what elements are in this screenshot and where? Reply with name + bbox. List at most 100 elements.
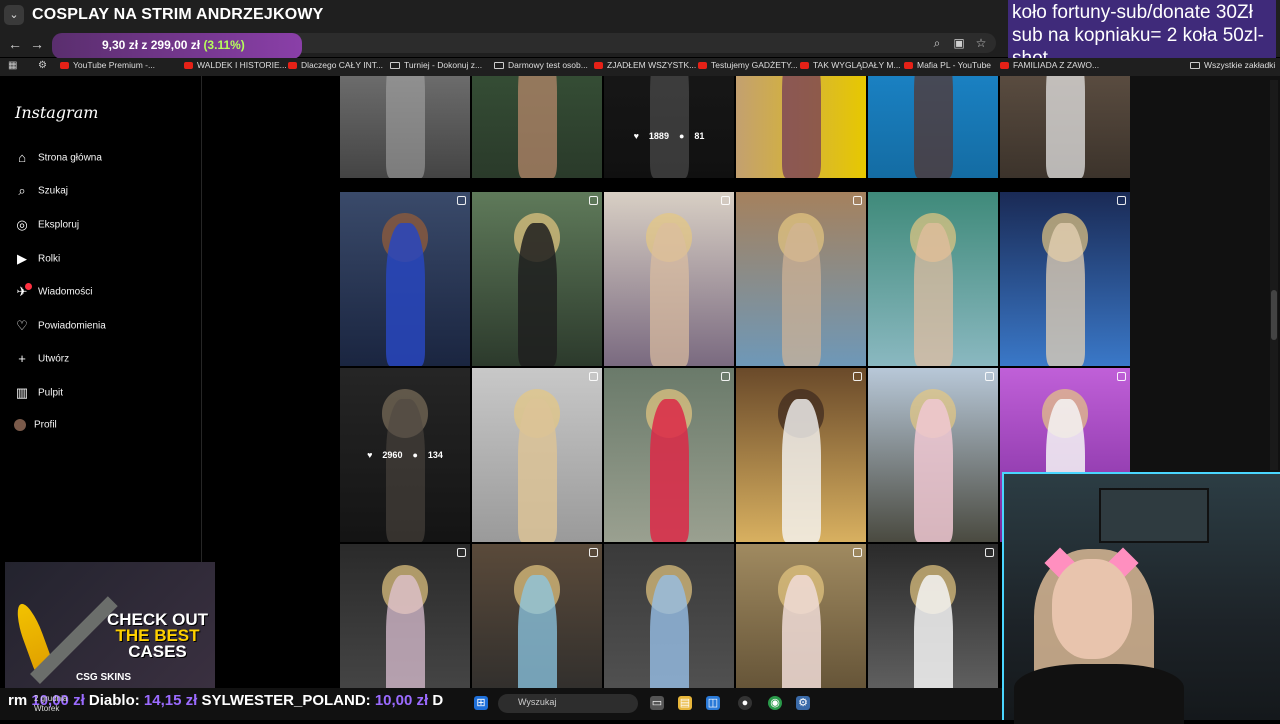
bookmark-item[interactable]: ZJADŁEM WSZYSTK... <box>594 60 696 70</box>
nav-explore[interactable]: ◎ Eksploruj <box>14 217 194 237</box>
carousel-icon <box>853 372 862 381</box>
windows-start-icon[interactable]: ⊞ <box>474 696 488 710</box>
carousel-icon <box>457 548 466 557</box>
notification-badge <box>25 283 32 290</box>
store-icon[interactable]: ◫ <box>706 696 720 710</box>
video-icon <box>1117 196 1126 205</box>
compass-icon: ◎ <box>16 217 28 232</box>
post-tile[interactable] <box>340 192 470 366</box>
instagram-logo[interactable]: Instagram <box>15 103 98 122</box>
post-tile[interactable] <box>868 544 998 688</box>
post-tile[interactable] <box>736 368 866 542</box>
promo-brand: CSG SKINS <box>76 672 132 683</box>
post-tile[interactable] <box>604 368 734 542</box>
post-tile[interactable] <box>472 368 602 542</box>
nav-reels[interactable]: ▶ Rolki <box>14 251 194 271</box>
cast-icon[interactable]: ▣ <box>952 36 966 50</box>
comments-count: 134 <box>427 450 443 460</box>
price-target: 299,00 zł <box>150 38 201 52</box>
video-icon <box>1117 372 1126 381</box>
post-tile[interactable] <box>604 192 734 366</box>
youtube-icon <box>60 62 69 70</box>
post-tile[interactable] <box>1000 192 1130 366</box>
obs-icon[interactable]: ● <box>738 696 752 710</box>
post-tile[interactable] <box>472 76 602 178</box>
plus-icon: + <box>18 351 26 366</box>
post-tile[interactable]: ♥ 2960 ● 134 <box>340 368 470 542</box>
carousel-icon <box>985 372 994 381</box>
reels-icon: ▶ <box>17 251 27 266</box>
ticker-name: SYLWESTER_POLAND: <box>201 692 371 709</box>
post-stats: ♥ 1889 ● 81 <box>604 131 734 141</box>
streamer-webcam <box>1002 472 1280 724</box>
bookmark-item[interactable]: FAMILIADA Z ZAWO... <box>1000 60 1099 70</box>
nav-home[interactable]: ⌂ Strona główna <box>14 150 194 170</box>
bookmark-item[interactable]: Mafia PL - YouTube <box>904 60 991 70</box>
file-explorer-icon[interactable]: ▤ <box>678 696 692 710</box>
nav-search[interactable]: ⌕ Szukaj <box>14 183 194 203</box>
folder-icon <box>1190 62 1200 70</box>
post-tile[interactable] <box>868 368 998 542</box>
carousel-icon <box>721 196 730 205</box>
forward-icon[interactable]: → <box>28 35 46 53</box>
post-tile[interactable] <box>736 544 866 688</box>
video-icon <box>589 372 598 381</box>
heart-icon: ♥ <box>633 131 639 142</box>
globe-icon <box>390 62 400 70</box>
back-icon[interactable]: ← <box>6 35 24 53</box>
settings-icon[interactable]: ⚙ <box>38 60 47 71</box>
post-tile[interactable] <box>472 192 602 366</box>
bookmark-item[interactable]: Testujemy GADŻETY... <box>698 60 798 70</box>
carousel-icon <box>853 196 862 205</box>
apps-icon[interactable]: ▦ <box>8 60 17 71</box>
post-tile[interactable] <box>340 76 470 178</box>
zoom-icon[interactable]: ⌕ <box>930 36 944 50</box>
youtube-icon <box>594 62 603 70</box>
post-tile[interactable] <box>604 544 734 688</box>
all-bookmarks[interactable]: Wszystkie zakładki <box>1190 60 1275 70</box>
carousel-icon <box>721 372 730 381</box>
star-icon[interactable]: ☆ <box>974 36 988 50</box>
bookmark-item[interactable]: Dlaczego CAŁY INT... <box>288 60 383 70</box>
youtube-icon <box>1000 62 1009 70</box>
nav-create[interactable]: + Utwórz <box>14 351 194 371</box>
bookmark-item[interactable]: Darmowy test osob... <box>494 60 588 70</box>
scrollbar-thumb[interactable] <box>1271 290 1277 340</box>
avatar-icon <box>14 419 26 431</box>
carousel-icon <box>985 548 994 557</box>
post-tile[interactable] <box>472 544 602 688</box>
chrome-icon[interactable]: ◉ <box>768 696 782 710</box>
settings-icon[interactable]: ⚙ <box>796 696 810 710</box>
heart-icon: ♡ <box>16 318 28 333</box>
post-tile[interactable] <box>736 192 866 366</box>
youtube-icon <box>904 62 913 70</box>
tab-search-button[interactable]: ⌄ <box>4 5 24 25</box>
comment-icon: ● <box>412 450 418 460</box>
bookmark-item[interactable]: WALDEK I HISTORIE... <box>184 60 287 70</box>
ticker-text: rm 10,00 zł Diablo: 14,15 zł SYLWESTER_P… <box>8 692 443 709</box>
nav-dashboard[interactable]: ▥ Pulpit <box>14 385 194 405</box>
bookmark-item[interactable]: TAK WYGLĄDAŁY M... <box>800 60 901 70</box>
post-tile[interactable] <box>868 192 998 366</box>
bookmark-item[interactable]: Turniej - Dokonuj z... <box>390 60 482 70</box>
post-tile[interactable] <box>868 76 998 178</box>
scrollbar[interactable] <box>1270 80 1278 470</box>
comments-count: 81 <box>694 131 705 142</box>
post-tile[interactable] <box>736 76 866 178</box>
ticker-name: rm <box>8 692 28 709</box>
price-overlay: 9,30 zł z 299,00 zł (3.11%) <box>52 33 302 59</box>
nav-notifications[interactable]: ♡ Powiadomienia <box>14 318 194 338</box>
nav-profile[interactable]: Profil <box>14 419 194 439</box>
hover-overlay <box>604 76 734 178</box>
post-tile[interactable] <box>1000 76 1130 178</box>
post-tile[interactable] <box>340 544 470 688</box>
bookmark-item[interactable]: YouTube Premium -... <box>60 60 155 70</box>
post-tile[interactable]: ♥ 1889 ● 81 <box>604 76 734 178</box>
carousel-icon <box>853 548 862 557</box>
heart-icon: ♥ <box>367 450 373 460</box>
task-view-icon[interactable]: ▭ <box>650 696 664 710</box>
taskbar-search[interactable]: Wyszukaj <box>498 694 638 713</box>
nav-messages[interactable]: ✈ Wiadomości <box>14 284 194 304</box>
background-monitor <box>1099 488 1209 543</box>
globe-icon <box>494 62 504 70</box>
